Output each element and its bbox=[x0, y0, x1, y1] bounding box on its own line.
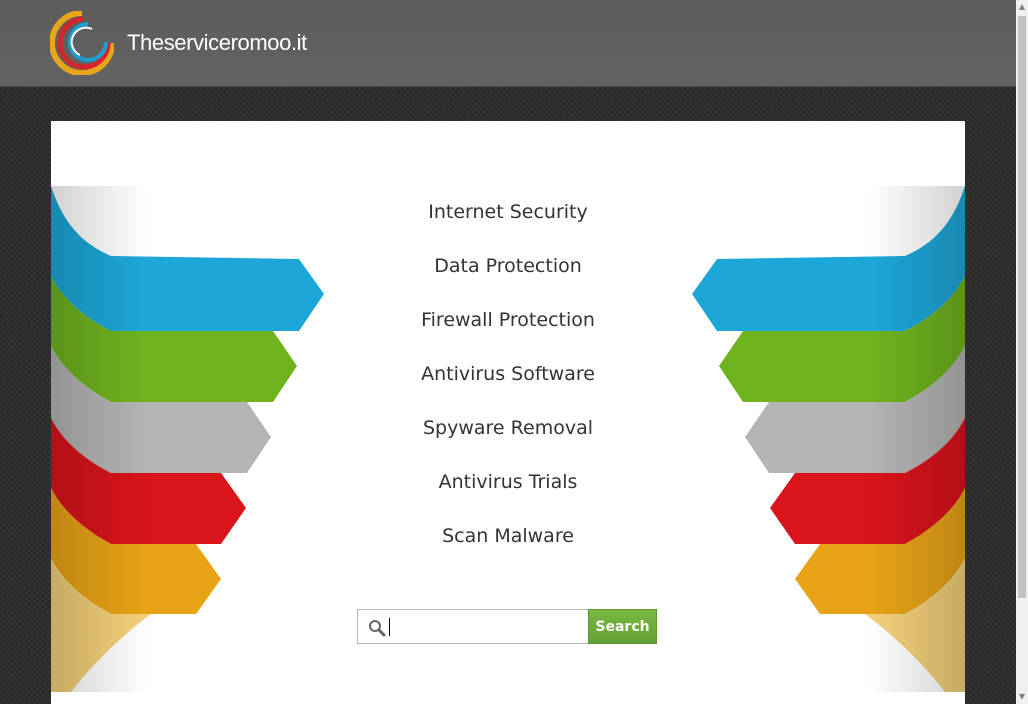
vertical-scrollbar[interactable]: ▲ ▼ bbox=[1016, 0, 1028, 704]
link-antivirus-trials[interactable]: Antivirus Trials bbox=[51, 461, 965, 515]
search-button[interactable]: Search bbox=[588, 609, 657, 644]
link-list: Internet Security Data Protection Firewa… bbox=[51, 191, 965, 569]
link-spyware-removal[interactable]: Spyware Removal bbox=[51, 407, 965, 461]
link-antivirus-software[interactable]: Antivirus Software bbox=[51, 353, 965, 407]
site-header: Theserviceromoo.it bbox=[0, 0, 1016, 87]
scroll-up-arrow-icon[interactable]: ▲ bbox=[1016, 0, 1028, 14]
site-name[interactable]: Theserviceromoo.it bbox=[127, 30, 307, 56]
text-caret bbox=[389, 618, 390, 636]
search-icon bbox=[369, 620, 386, 637]
link-scan-malware[interactable]: Scan Malware bbox=[51, 515, 965, 569]
link-firewall-protection[interactable]: Firewall Protection bbox=[51, 299, 965, 353]
logo-icon[interactable] bbox=[50, 11, 114, 75]
link-data-protection[interactable]: Data Protection bbox=[51, 245, 965, 299]
search-form: Search bbox=[357, 609, 657, 644]
main-panel: Internet Security Data Protection Firewa… bbox=[51, 121, 965, 704]
scroll-down-arrow-icon[interactable]: ▼ bbox=[1016, 690, 1028, 704]
link-internet-security[interactable]: Internet Security bbox=[51, 191, 965, 245]
search-input[interactable] bbox=[388, 614, 588, 640]
scroll-thumb[interactable] bbox=[1018, 16, 1026, 598]
